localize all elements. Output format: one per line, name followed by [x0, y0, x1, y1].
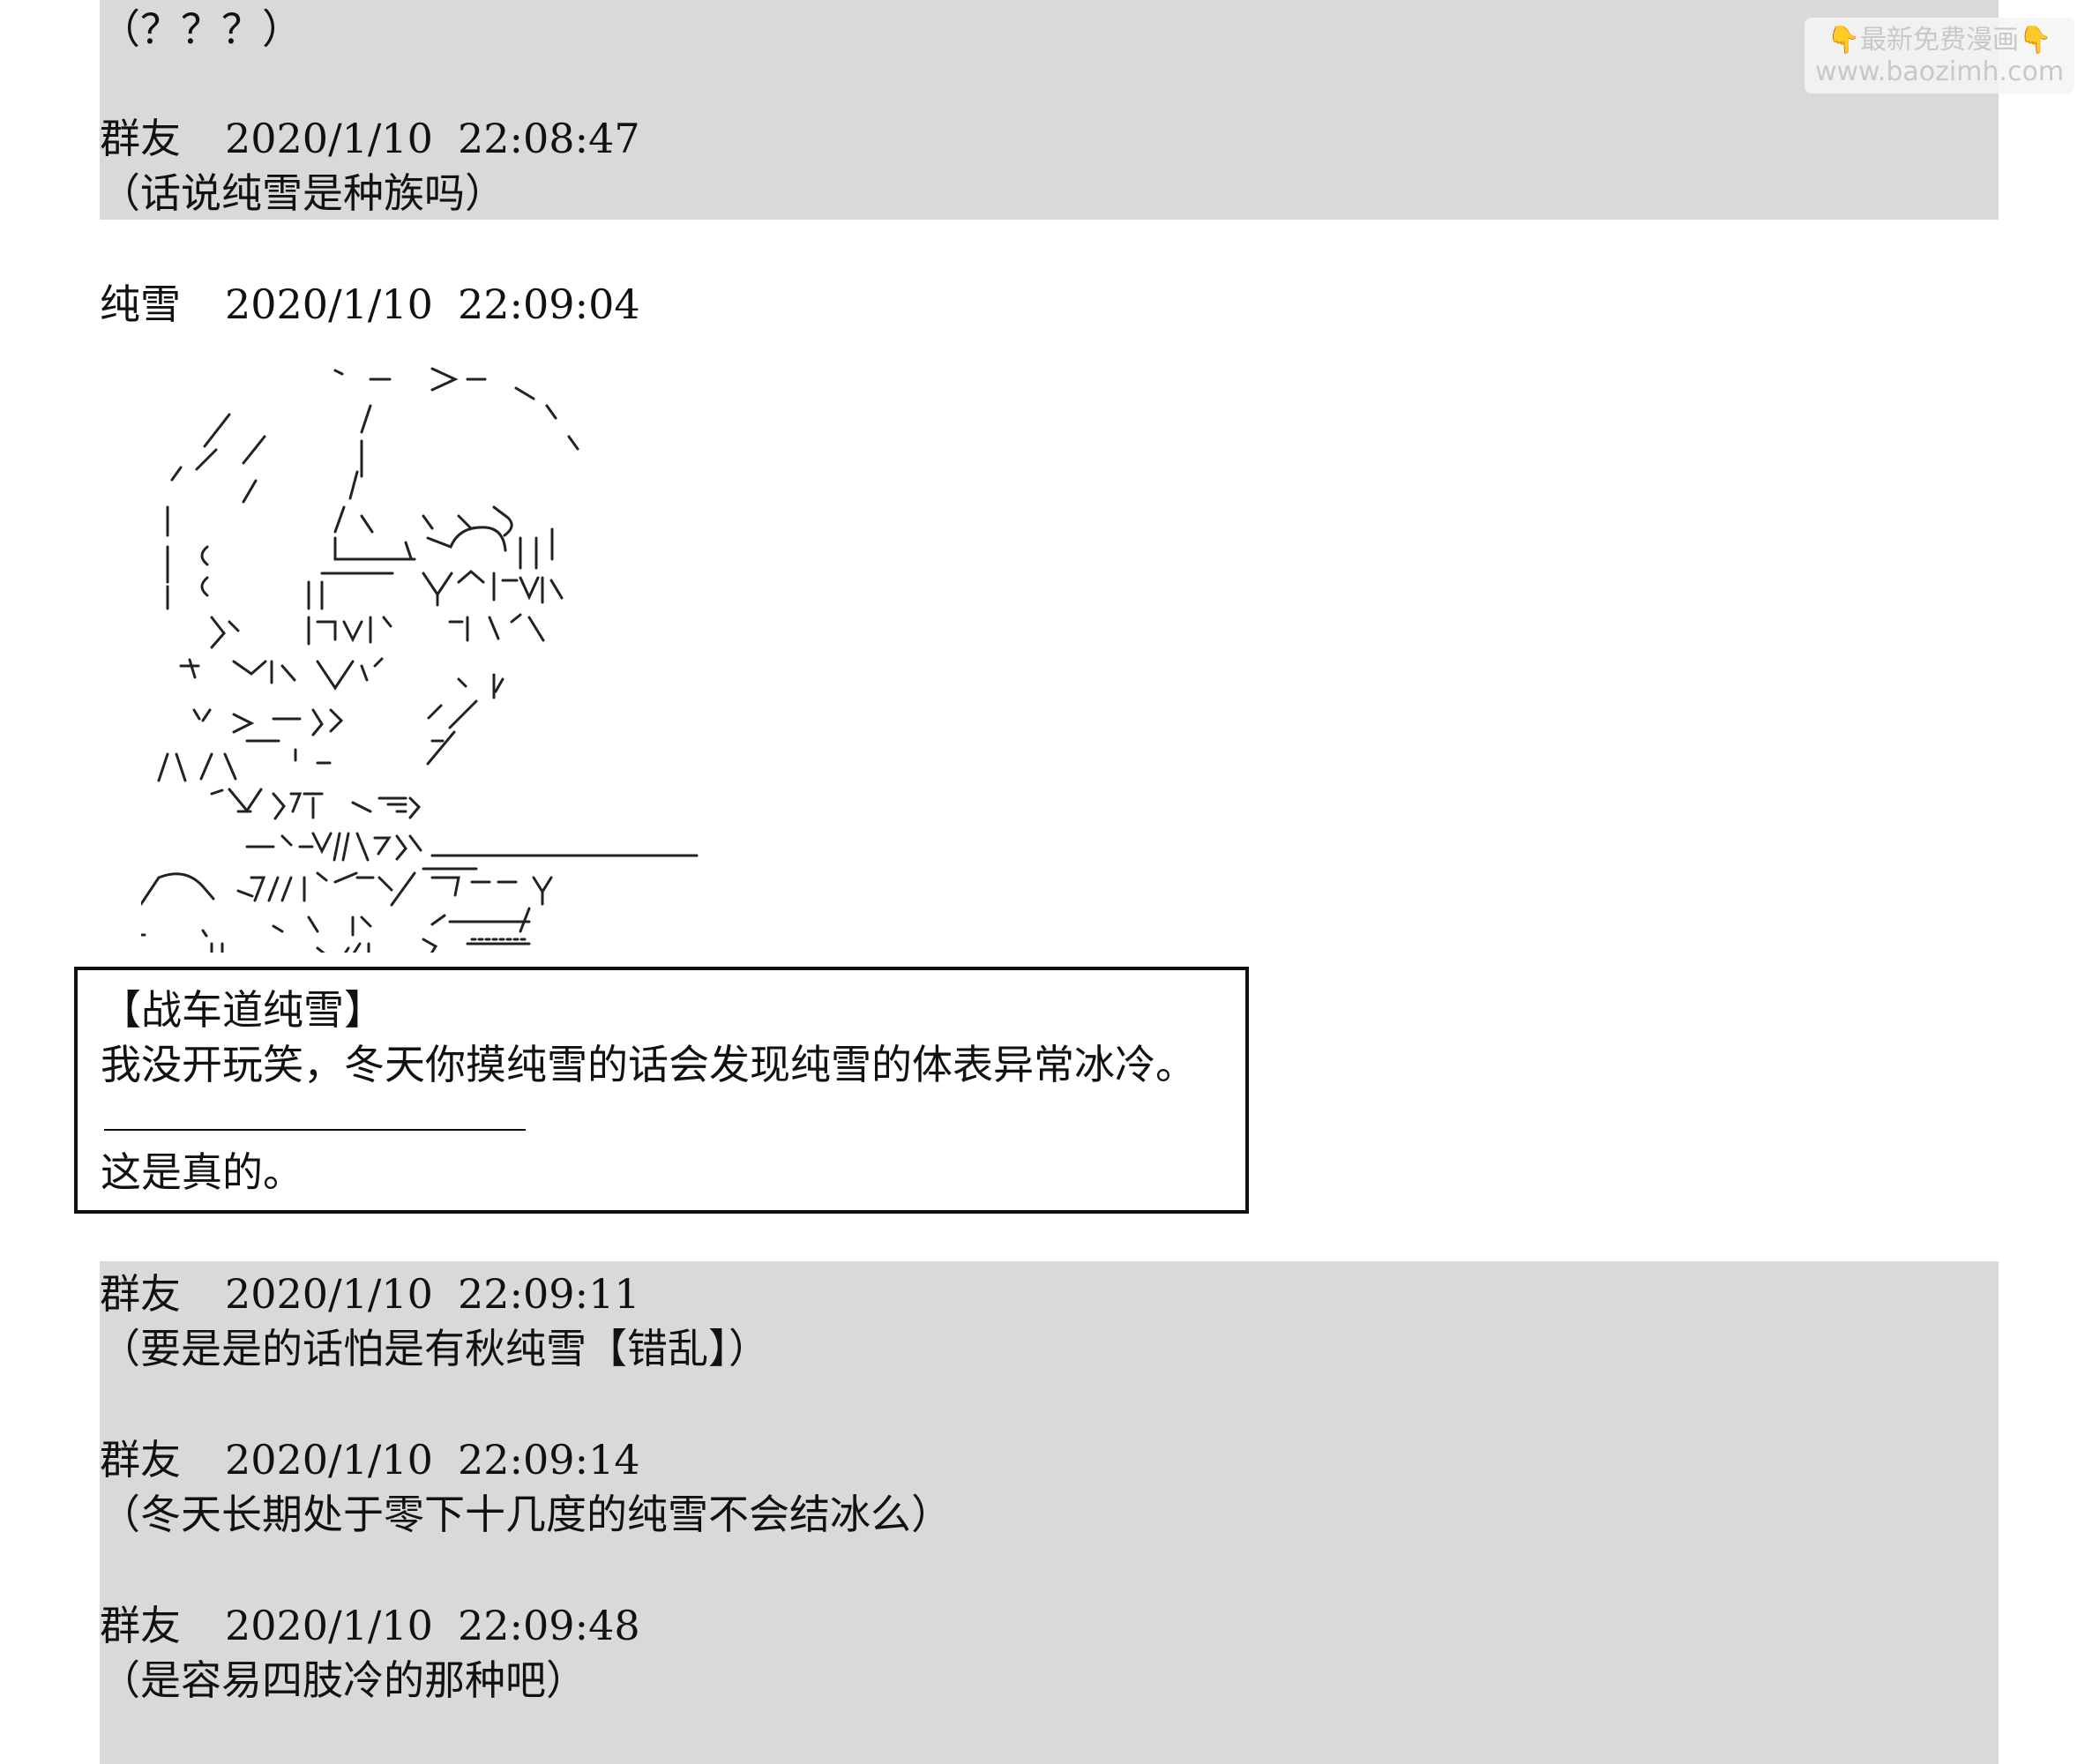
message-time: 22:09:04: [458, 280, 640, 328]
message-text: （是容易四肢冷的那种吧）: [100, 1656, 587, 1704]
message-date: 2020/1/10: [225, 1270, 433, 1318]
message-date: 2020/1/10: [225, 280, 433, 328]
message-time: 22:09:48: [458, 1602, 640, 1649]
message-text: （话说纯雪是种族吗）: [100, 169, 505, 217]
message-time: 22:09:11: [458, 1270, 640, 1318]
message-text: （？？？）: [100, 5, 303, 53]
watermark-line1: 👇最新免费漫画👇: [1827, 25, 2052, 56]
message-text: （冬天长期处于零下十几度的纯雪不会结冰么）: [100, 1491, 952, 1538]
sender-name: 群友: [100, 1270, 181, 1318]
message-time: 22:09:14: [458, 1436, 640, 1484]
message-date: 2020/1/10: [225, 115, 433, 162]
quote-title: 【战车道纯雪】: [101, 986, 385, 1034]
message-text: （要是是的话怕是有秋纯雪【错乱】）: [100, 1325, 769, 1372]
message-header: 群友 2020/1/10 22:09:11: [100, 1268, 640, 1319]
quote-body: 我没开玩笑，冬天你摸纯雪的话会发现纯雪的体表异常冰冷。: [101, 1041, 1196, 1088]
ascii-art-character: [135, 353, 847, 969]
quote-footer: 这是真的。: [101, 1148, 303, 1196]
sender-name: 纯雪: [100, 280, 181, 328]
message-date: 2020/1/10: [225, 1436, 433, 1484]
quote-box: 【战车道纯雪】 我没开玩笑，冬天你摸纯雪的话会发现纯雪的体表异常冰冷。 这是真的…: [74, 967, 1249, 1214]
message-date: 2020/1/10: [225, 1602, 433, 1649]
sender-name: 群友: [100, 115, 181, 162]
message-header: 群友 2020/1/10 22:09:14: [100, 1434, 640, 1485]
quote-divider: [104, 1129, 526, 1131]
watermark-url: www.baozimh.com: [1814, 56, 2065, 87]
message-header: 群友 2020/1/10 22:09:48: [100, 1600, 640, 1651]
message-time: 22:08:47: [458, 115, 640, 162]
ascii-art-drawing: [135, 367, 699, 969]
message-header: 纯雪 2020/1/10 22:09:04: [100, 279, 640, 330]
sender-name: 群友: [100, 1602, 181, 1649]
sender-name: 群友: [100, 1436, 181, 1484]
message-header: 群友 2020/1/10 22:08:47: [100, 113, 640, 164]
watermark-badge: 👇最新免费漫画👇 www.baozimh.com: [1805, 18, 2074, 93]
